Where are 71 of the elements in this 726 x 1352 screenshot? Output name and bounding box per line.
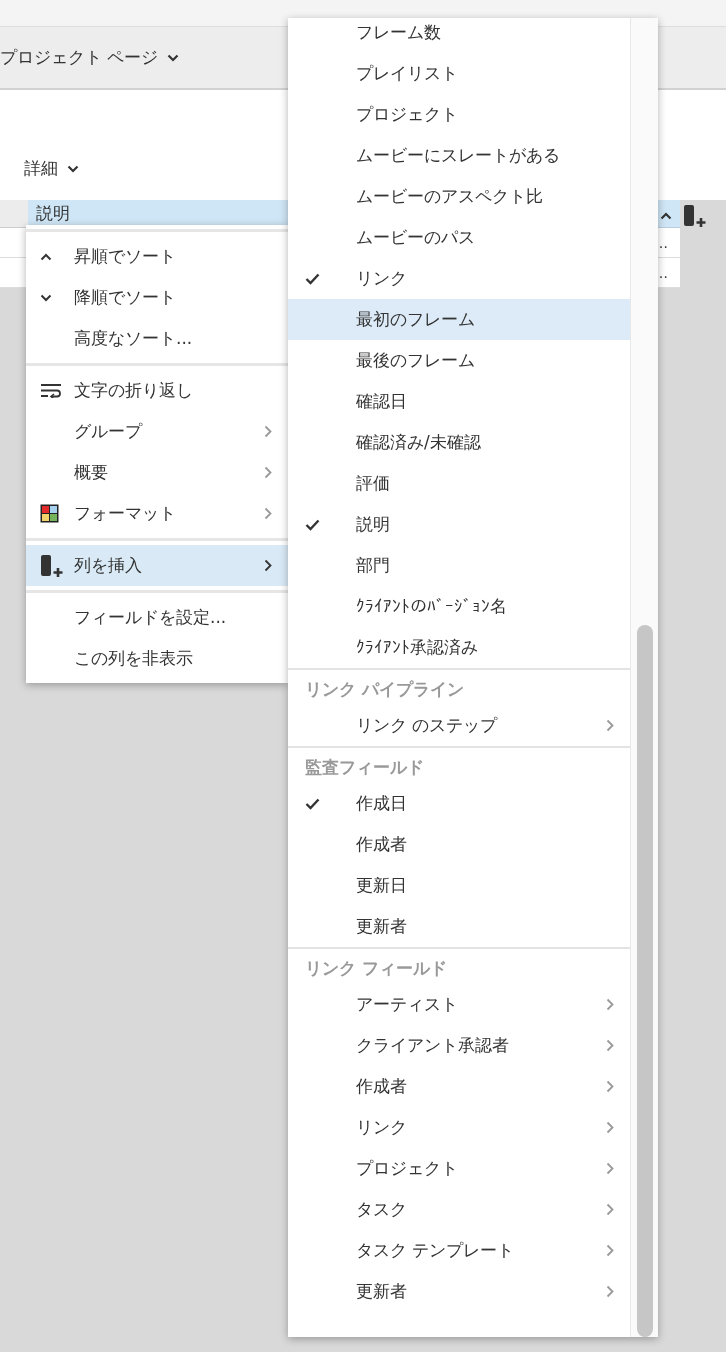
menu-item[interactable]: プロジェクト [288, 94, 630, 135]
chevron-right-icon [264, 466, 272, 479]
menu-item[interactable]: 概要 [26, 452, 288, 493]
menu-item[interactable]: 評価 [288, 463, 630, 504]
menu-item[interactable]: グループ [26, 411, 288, 452]
menu-item[interactable]: 作成日 [288, 783, 630, 824]
menu-item[interactable]: 更新日 [288, 865, 630, 906]
menu-item[interactable]: 文字の折り返し [26, 370, 288, 411]
menu-item[interactable]: 確認日 [288, 381, 630, 422]
section-heading: リンク パイプライン [304, 678, 465, 701]
menu-item[interactable]: ムービーのパス [288, 217, 630, 258]
menu-item[interactable]: ムービーのアスペクト比 [288, 176, 630, 217]
chevron-down-icon [67, 164, 79, 173]
chevron-down-icon [167, 53, 180, 62]
menu-item[interactable]: 説明 [288, 504, 630, 545]
view-menu[interactable]: 詳細 [24, 153, 79, 184]
color-grid-icon [40, 504, 59, 523]
chevron-right-icon [606, 998, 614, 1011]
chevron-right-icon [606, 1162, 614, 1175]
menu-item[interactable]: 高度なソート... [26, 318, 288, 359]
menu-item[interactable]: 列を挿入 [26, 545, 288, 586]
menu-item[interactable]: タスク テンプレート [288, 1230, 630, 1271]
menu-item[interactable]: 作成者 [288, 824, 630, 865]
menu-item[interactable]: 更新者 [288, 906, 630, 947]
menu-item[interactable]: 降順でソート [26, 277, 288, 318]
chevron-right-icon [606, 1285, 614, 1298]
chevron-right-icon [606, 1121, 614, 1134]
header-cell [0, 200, 28, 228]
chevron-right-icon [606, 719, 614, 732]
menu-item[interactable]: ムービーにスレートがある [288, 135, 630, 176]
chevron-right-icon [606, 1244, 614, 1257]
check-icon [305, 797, 320, 810]
menu-item[interactable]: 最後のフレーム [288, 340, 630, 381]
chevron-right-icon [606, 1203, 614, 1216]
section-heading: 監査フィールド [304, 756, 425, 779]
text-wrap-icon [40, 383, 62, 398]
menu-item[interactable]: 作成者 [288, 1066, 630, 1107]
menu-item[interactable]: ｸﾗｲｱﾝﾄのﾊﾞｰｼﾞｮﾝ名 [288, 586, 630, 627]
check-icon [305, 272, 320, 285]
menu-item[interactable]: プレイリスト [288, 53, 630, 94]
sort-ascending-icon [40, 252, 52, 261]
chevron-right-icon [606, 1080, 614, 1093]
scrollbar-thumb[interactable] [637, 625, 653, 1337]
menu-item[interactable]: フォーマット [26, 493, 288, 534]
insert-column-icon [40, 553, 64, 578]
chevron-right-icon [606, 1039, 614, 1052]
menu-item[interactable]: 最初のフレーム [288, 299, 630, 340]
menu-item[interactable]: リンク [288, 258, 630, 299]
menu-item[interactable]: フィールドを設定... [26, 597, 288, 638]
menu-item[interactable]: 部門 [288, 545, 630, 586]
menu-item[interactable]: 更新者 [288, 1271, 630, 1312]
add-column-icon[interactable] [683, 204, 707, 228]
menu-item[interactable]: この列を非表示 [26, 638, 288, 679]
chevron-right-icon [264, 559, 272, 572]
menu-item[interactable]: 昇順でソート [26, 236, 288, 277]
menu-item[interactable]: プロジェクト [288, 1148, 630, 1189]
sort-descending-icon [40, 293, 52, 302]
menu-item[interactable]: 確認済み/未確認 [288, 422, 630, 463]
section-heading: リンク フィールド [304, 957, 448, 980]
menu-item[interactable]: ｸﾗｲｱﾝﾄ承認済み [288, 627, 630, 668]
sort-ascending-icon [660, 211, 672, 220]
menu-item[interactable]: タスク [288, 1189, 630, 1230]
chevron-right-icon [264, 507, 272, 520]
chevron-right-icon [264, 425, 272, 438]
menu-item[interactable]: アーティスト [288, 984, 630, 1025]
menu-item[interactable]: リンク [288, 1107, 630, 1148]
page-menu[interactable]: プロジェクト ページ [0, 42, 180, 73]
check-icon [305, 518, 320, 531]
menu-item[interactable]: フレーム数 [288, 18, 630, 53]
menu-item[interactable]: リンク のステップ [288, 705, 630, 746]
menu-item[interactable]: クライアント承認者 [288, 1025, 630, 1066]
